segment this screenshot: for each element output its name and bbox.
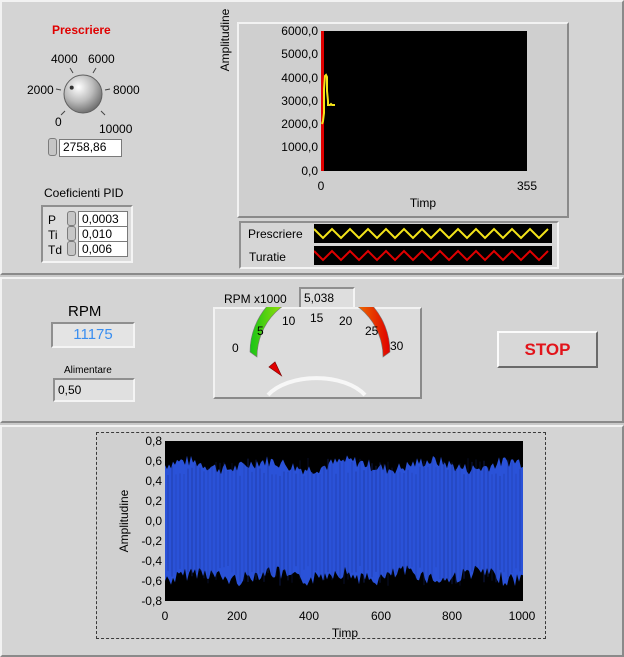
knob-tick-6000: 6000 [88,52,115,66]
gauge-tick-10: 10 [282,314,296,328]
top-chart-xtick-0: 0 [317,179,325,193]
legend-speed-label: Turatie [249,250,286,264]
bottom-chart-ytick-8: -0,8 [141,594,162,608]
gauge-tick-30: 30 [390,339,404,353]
knob-tick-10000: 10000 [99,122,133,136]
pid-p-spinner[interactable] [67,211,76,226]
setpoint-spinner[interactable] [48,138,57,156]
bottom-chart-ytick-7: -0,6 [141,574,162,588]
pid-td-spinner[interactable] [67,241,76,256]
top-chart-ytick-5000: 5000,0 [281,47,318,61]
bottom-chart-ytick-2: 0,4 [145,474,162,488]
knob-tick-2000: 2000 [27,83,54,97]
top-chart-ytick-0: 0,0 [301,164,318,178]
gauge-inner-arc [266,376,367,397]
knob-tick-4000: 4000 [51,52,78,66]
bottom-chart-ytick-0: 0,8 [145,434,162,448]
knob-pointer [69,85,74,90]
supply-label: Alimentare [64,365,112,376]
bottom-chart-ytick-4: 0,0 [145,514,162,528]
bottom-chart-ytick-3: 0,2 [145,494,162,508]
bottom-chart-xtick-200: 200 [226,609,248,623]
bottom-chart-xtick-0: 0 [161,609,169,623]
gauge-label: RPM x1000 [224,292,287,306]
gauge-value-display: 5,038 [299,287,355,309]
legend-speed-swatch[interactable] [314,246,552,265]
legend-setpoint-label: Prescriere [248,227,303,241]
stop-button[interactable]: STOP [497,331,598,368]
bottom-chart-xtick-800: 800 [441,609,463,623]
top-chart-ytick-2000: 2000,0 [281,117,318,131]
setpoint-value-field[interactable]: 2758,86 [59,139,122,157]
rpm-label: RPM [68,303,102,320]
gauge-tick-5: 5 [257,324,264,338]
gauge-needle-pointer [268,361,283,377]
gauge-tick-0: 0 [232,341,239,355]
top-chart-speed-trace [321,73,335,125]
top-chart-ytick-3000: 3000,0 [281,94,318,108]
setpoint-knob[interactable] [55,66,111,122]
top-chart-ytick-6000: 6000,0 [281,24,318,38]
pid-label: Coeficienti PID [44,186,124,200]
top-chart-ytick-4000: 4000,0 [281,71,318,85]
bottom-chart-xlabel: Timp [331,626,359,640]
pid-ti-spinner[interactable] [67,226,76,241]
top-chart-plot[interactable] [321,31,527,171]
supply-display: 0,50 [53,378,135,402]
bottom-chart-ytick-5: -0,2 [141,534,162,548]
pid-p-field[interactable]: 0,0003 [78,211,128,227]
bottom-chart-ytick-6: -0,4 [141,554,162,568]
pid-p-label: P [48,213,57,227]
bottom-chart-xtick-600: 600 [370,609,392,623]
top-chart-ytick-1000: 1000,0 [281,140,318,154]
pid-td-label: Td [48,243,63,257]
pid-ti-field[interactable]: 0,010 [78,226,128,242]
bottom-chart-plot[interactable] [165,441,523,601]
top-chart-xlabel: Timp [409,196,437,210]
top-chart-ylabel: Amplitudine [218,8,232,72]
knob-tick-8000: 8000 [113,83,140,97]
bottom-chart-ytick-1: 0,6 [145,454,162,468]
legend-setpoint-swatch[interactable] [314,224,552,243]
gauge-tick-15: 15 [310,311,324,325]
top-chart-xtick-355: 355 [516,179,538,193]
gauge-needle [268,361,283,377]
gauge-tick-20: 20 [339,314,353,328]
pid-td-field[interactable]: 0,006 [78,241,128,257]
bottom-chart-xtick-400: 400 [298,609,320,623]
bottom-chart-xtick-1000: 1000 [508,609,536,623]
pid-ti-label: Ti [48,228,58,242]
setpoint-label: Prescriere [52,23,111,37]
gauge-tick-25: 25 [365,324,379,338]
rpm-display: 11175 [51,322,135,348]
